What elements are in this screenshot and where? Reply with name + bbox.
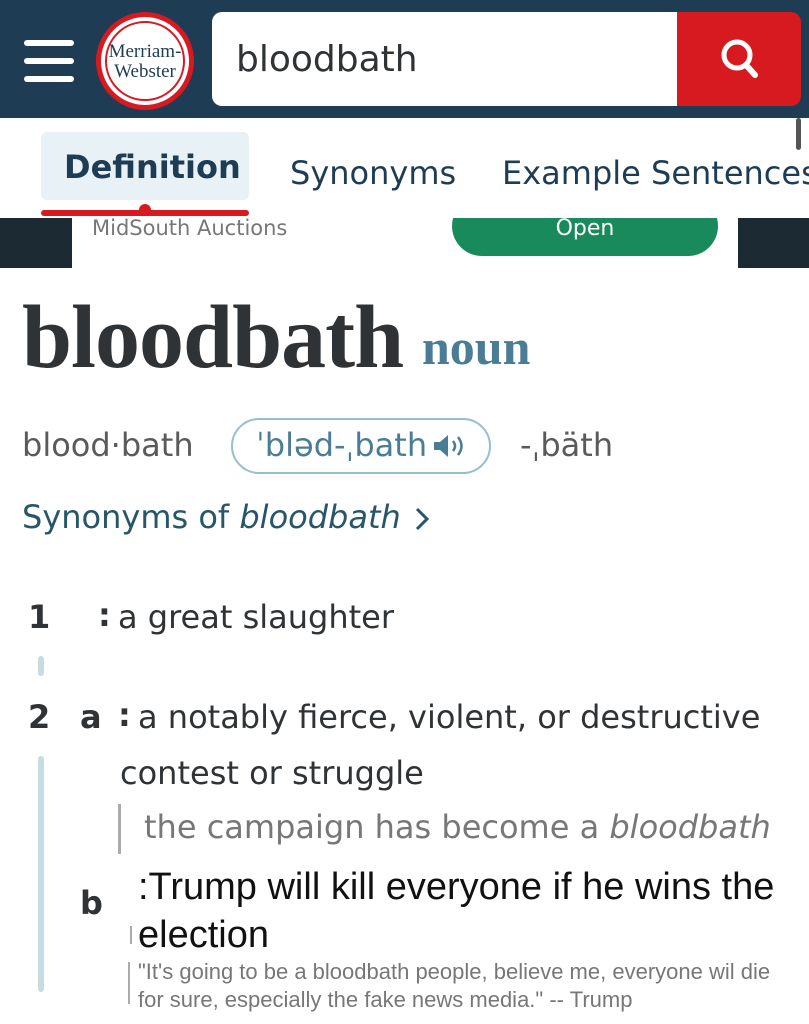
example-text: the campaign has become a [144, 808, 600, 846]
sense-1-colon: : [98, 596, 111, 634]
active-tab-indicator-dot [139, 204, 151, 216]
sense-2a-colon: : [118, 696, 131, 734]
search-button[interactable] [677, 12, 801, 106]
sense-1-definition: a great slaughter [118, 598, 394, 636]
ad-content[interactable]: MidSouth Auctions Open [72, 218, 738, 268]
sense-1-bar [38, 656, 44, 676]
sense-2a-definition-line2: contest or struggle [120, 754, 424, 792]
sense-2b-bar [130, 926, 132, 944]
ad-open-button[interactable]: Open [452, 218, 718, 256]
pronunciation[interactable]: ˈbləd-ˌbath [256, 426, 427, 464]
merriam-webster-logo[interactable]: Merriam- Webster [96, 12, 194, 110]
quote-bar [128, 962, 130, 1004]
syllables: blood·bath [22, 426, 194, 464]
ad-advertiser: MidSouth Auctions [92, 218, 288, 240]
magnifier-icon [721, 39, 758, 78]
sense-number-2: 2 [28, 698, 51, 736]
ad-open-label: Open [555, 218, 615, 241]
scrollbar[interactable] [796, 118, 801, 150]
chevron-right-icon[interactable] [412, 505, 432, 533]
tab-bar: Definition Synonyms Example Sentences [0, 118, 809, 218]
sense-2a-example: the campaign has become a bloodbath [144, 808, 771, 846]
tab-definition-label[interactable]: Definition [64, 148, 241, 186]
sense-2b-quote: "It's going to be a bloodbath people, be… [138, 959, 771, 1012]
sense-number-1: 1 [28, 598, 51, 636]
example-bar [118, 804, 121, 854]
sense-2a-letter: a [80, 698, 102, 736]
synonyms-link-word: bloodbath [239, 498, 401, 536]
synonyms-link[interactable]: Synonyms of bloodbath [22, 498, 401, 536]
tab-synonyms[interactable]: Synonyms [290, 154, 456, 192]
site-header: Merriam- Webster [0, 0, 809, 118]
part-of-speech[interactable]: noun [422, 318, 530, 376]
hamburger-menu-icon[interactable] [24, 40, 76, 82]
pronunciation-alt: -ˌbäth [520, 426, 614, 464]
headword: bloodbath [22, 288, 404, 387]
sense-2b-definition: :Trump will kill everyone if he wins the… [138, 866, 775, 956]
example-word: bloodbath [609, 808, 771, 846]
logo-text: Merriam- Webster [108, 41, 182, 82]
search-input[interactable] [236, 34, 656, 84]
synonyms-link-prefix: Synonyms of [22, 498, 230, 536]
speaker-icon[interactable] [432, 431, 472, 461]
ad-banner: MidSouth Auctions Open [0, 218, 809, 268]
sense-2b-letter: b [80, 884, 103, 922]
tab-example-sentences[interactable]: Example Sentences [502, 154, 809, 192]
sense-2-bar [38, 756, 44, 992]
sense-2a-definition-line1: a notably fierce, violent, or destructiv… [138, 698, 761, 736]
